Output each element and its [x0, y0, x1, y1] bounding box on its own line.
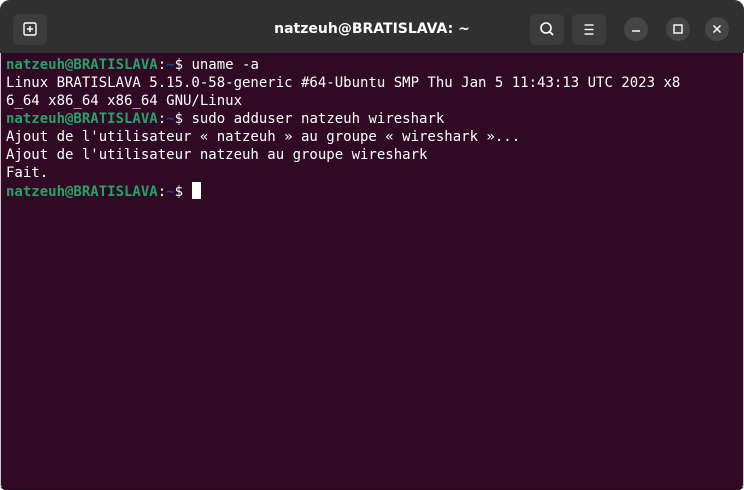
prompt-symbol: $ — [174, 57, 192, 73]
minimize-button[interactable] — [624, 17, 648, 41]
terminal-output-area[interactable]: natzeuh@BRATISLAVA:~$ uname -a Linux BRAT… — [6, 56, 738, 486]
prompt-line: natzeuh@BRATISLAVA:~$ uname -a — [6, 56, 738, 74]
output-line: Fait. — [6, 165, 49, 181]
output-line: Linux BRATISLAVA 5.15.0-58-generic #64-U… — [6, 75, 681, 91]
prompt-path: ~ — [166, 111, 175, 127]
prompt-line: natzeuh@BRATISLAVA:~$ — [6, 182, 738, 200]
close-icon — [712, 24, 722, 34]
prompt-separator: : — [157, 184, 167, 200]
maximize-button[interactable] — [666, 17, 690, 41]
search-button[interactable] — [530, 14, 564, 45]
prompt-path: ~ — [166, 184, 175, 200]
prompt-symbol: $ — [174, 184, 192, 200]
prompt-user: natzeuh@BRATISLAVA — [6, 184, 158, 200]
prompt-separator: : — [157, 57, 167, 73]
menu-button[interactable] — [572, 14, 606, 45]
prompt-user: natzeuh@BRATISLAVA — [6, 57, 158, 73]
prompt-separator: : — [157, 111, 167, 127]
terminal-window: natzeuh@BRATISLAVA: ~ natzeuh@BRATISLAVA… — [0, 0, 744, 490]
prompt-line: natzeuh@BRATISLAVA:~$ sudo adduser natze… — [6, 110, 738, 128]
minimize-icon — [632, 30, 640, 32]
close-button[interactable] — [705, 17, 729, 41]
text-cursor — [192, 182, 202, 199]
output-line: Ajout de l'utilisateur « natzeuh » au gr… — [6, 129, 521, 145]
hamburger-menu-icon — [584, 24, 594, 35]
output-line: 6_64 x86_64 x86_64 GNU/Linux — [6, 93, 243, 109]
command-text: sudo adduser natzeuh wireshark — [191, 111, 445, 127]
title-bar[interactable]: natzeuh@BRATISLAVA: ~ — [0, 0, 744, 53]
command-text: uname -a — [191, 57, 259, 73]
prompt-path: ~ — [166, 57, 175, 73]
prompt-user: natzeuh@BRATISLAVA — [6, 111, 158, 127]
prompt-symbol: $ — [174, 111, 192, 127]
output-line: Ajout de l'utilisateur natzeuh au groupe… — [6, 147, 428, 163]
maximize-icon — [673, 24, 683, 34]
search-icon — [540, 22, 554, 36]
